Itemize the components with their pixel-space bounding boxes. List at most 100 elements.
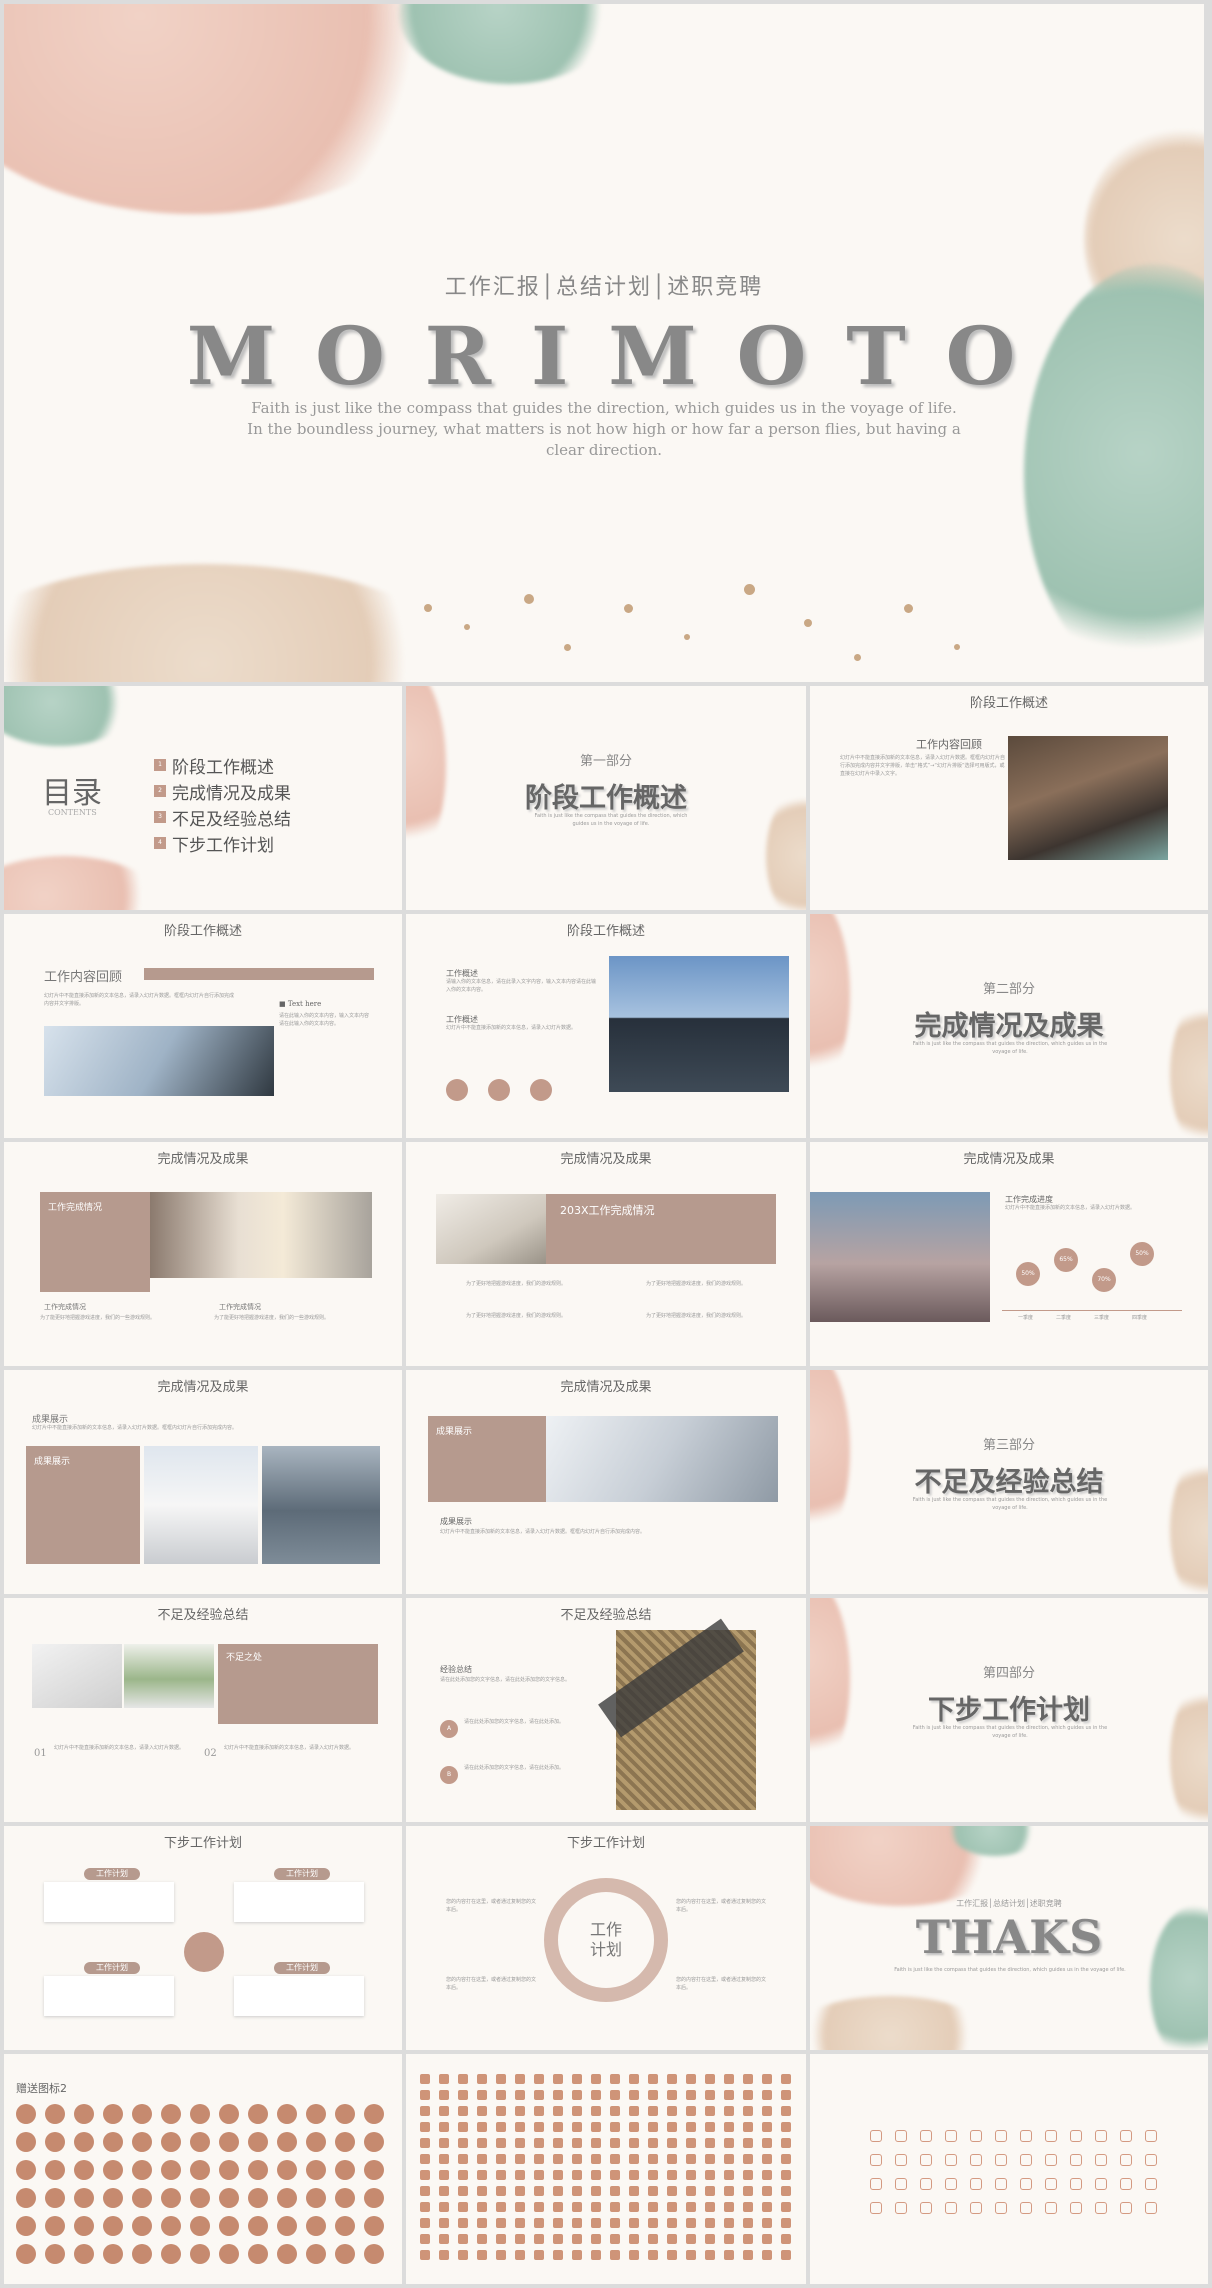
- decor-icon: [74, 2104, 94, 2124]
- decor-icon: [161, 2160, 181, 2180]
- decor-icon: [572, 2090, 582, 2100]
- decor-icon: [190, 2104, 210, 2124]
- decor-icon: [420, 2250, 430, 2260]
- decor-icon: [277, 2244, 297, 2264]
- decor-icon: [667, 2218, 677, 2228]
- decor-icon: [724, 2186, 734, 2196]
- mountain-photo: [810, 1192, 990, 1322]
- decor-icon: [667, 2122, 677, 2132]
- decor-icon: [945, 2154, 957, 2166]
- decor-icon: [667, 2234, 677, 2244]
- decor-icon: [686, 2122, 696, 2132]
- slide13-n1: 01: [34, 1748, 47, 1759]
- decor-icon: [190, 2160, 210, 2180]
- decor-icon: [781, 2186, 791, 2196]
- decor-icon: [724, 2234, 734, 2244]
- decor-icon: [496, 2122, 506, 2132]
- decor-icon: [553, 2074, 563, 2084]
- toc-num: 3: [154, 811, 166, 823]
- decor-icon: [895, 2154, 907, 2166]
- slide4-bullet: ■ Text here: [279, 1000, 322, 1008]
- decor-icon: [477, 2122, 487, 2132]
- decor-icon: [572, 2122, 582, 2132]
- decor-icon: [781, 2234, 791, 2244]
- decor-icon: [920, 2178, 932, 2190]
- decor-icon: [515, 2074, 525, 2084]
- part2-slide: 第二部分 完成情况及成果 Faith is just like the comp…: [810, 914, 1208, 1138]
- decor-icon: [686, 2154, 696, 2164]
- toc-item[interactable]: 不足及经验总结: [172, 805, 291, 830]
- toc-num: 1: [154, 759, 166, 771]
- decor-icon: [458, 2138, 468, 2148]
- toc-sub: CONTENTS: [48, 808, 97, 817]
- decor-icon: [705, 2138, 715, 2148]
- decor-icon: [306, 2104, 326, 2124]
- decor-icon: [762, 2074, 772, 2084]
- decor-icon: [686, 2186, 696, 2196]
- decor-icon: [515, 2154, 525, 2164]
- decor-icon: [724, 2074, 734, 2084]
- toc-item[interactable]: 完成情况及成果: [172, 779, 291, 804]
- decor-icon: [920, 2202, 932, 2214]
- progress-badge: 65%: [1054, 1248, 1078, 1272]
- decor-icon: [439, 2074, 449, 2084]
- slide13-n2: 02: [204, 1748, 217, 1759]
- decor-icon: [16, 2188, 36, 2208]
- decor-icon: [610, 2202, 620, 2212]
- decor-icon: [477, 2138, 487, 2148]
- decor-icon: [1145, 2178, 1157, 2190]
- decor-icon: [781, 2106, 791, 2116]
- decor-icon: [1095, 2202, 1107, 2214]
- decor-icon: [686, 2202, 696, 2212]
- decor-icon: [920, 2154, 932, 2166]
- decor-icon: [477, 2090, 487, 2100]
- decor-icon: [515, 2106, 525, 2116]
- plan-label: 工作计划: [274, 1962, 330, 1974]
- decor-icon: [1020, 2154, 1032, 2166]
- decor-icon: [45, 2160, 65, 2180]
- toc-item[interactable]: 下步工作计划: [172, 831, 274, 856]
- decor-icon: [420, 2074, 430, 2084]
- decor-icon: [439, 2202, 449, 2212]
- decor-icon: [743, 2122, 753, 2132]
- decor-icon: [1145, 2130, 1157, 2142]
- decor-icon: [781, 2218, 791, 2228]
- decor-icon: [648, 2074, 658, 2084]
- decor-icon: [458, 2186, 468, 2196]
- decor-icon: [534, 2234, 544, 2244]
- decor-icon: [743, 2170, 753, 2180]
- decor-icon: [74, 2132, 94, 2152]
- decor-icon: [364, 2188, 384, 2208]
- part3-slide: 第三部分 不足及经验总结 Faith is just like the comp…: [810, 1370, 1208, 1594]
- decor-icon: [629, 2218, 639, 2228]
- decor-icon: [496, 2090, 506, 2100]
- decor-icon: [920, 2130, 932, 2142]
- part-title: 阶段工作概述: [525, 783, 687, 814]
- decor-icon: [591, 2106, 601, 2116]
- decor-icon: [553, 2234, 563, 2244]
- toc-item[interactable]: 阶段工作概述: [172, 753, 274, 778]
- decor-icon: [970, 2202, 982, 2214]
- slide-header: 完成情况及成果: [560, 1380, 652, 1395]
- decor-icon: [477, 2170, 487, 2180]
- decor-icon: [648, 2186, 658, 2196]
- decor-icon: [762, 2138, 772, 2148]
- cover-slide: 工作汇报│总结计划│述职竞聘 M O R I M O T O Faith is …: [4, 4, 1204, 682]
- decor-icon: [161, 2104, 181, 2124]
- decor-icon: [629, 2122, 639, 2132]
- decor-icon: [534, 2090, 544, 2100]
- decor-icon: [306, 2188, 326, 2208]
- decor-icon: [781, 2074, 791, 2084]
- decor-icon: [458, 2234, 468, 2244]
- progress-badge: 50%: [1016, 1262, 1040, 1286]
- decor-icon: [762, 2154, 772, 2164]
- decor-icon: [161, 2132, 181, 2152]
- decor-icon: [686, 2090, 696, 2100]
- slide-header: 阶段工作概述: [163, 924, 242, 939]
- decor-icon: [705, 2218, 715, 2228]
- decor-icon: [420, 2202, 430, 2212]
- decor-icon: [1095, 2154, 1107, 2166]
- slide-header: 完成情况及成果: [157, 1152, 249, 1167]
- decor-icon: [420, 2122, 430, 2132]
- decor-icon: [648, 2234, 658, 2244]
